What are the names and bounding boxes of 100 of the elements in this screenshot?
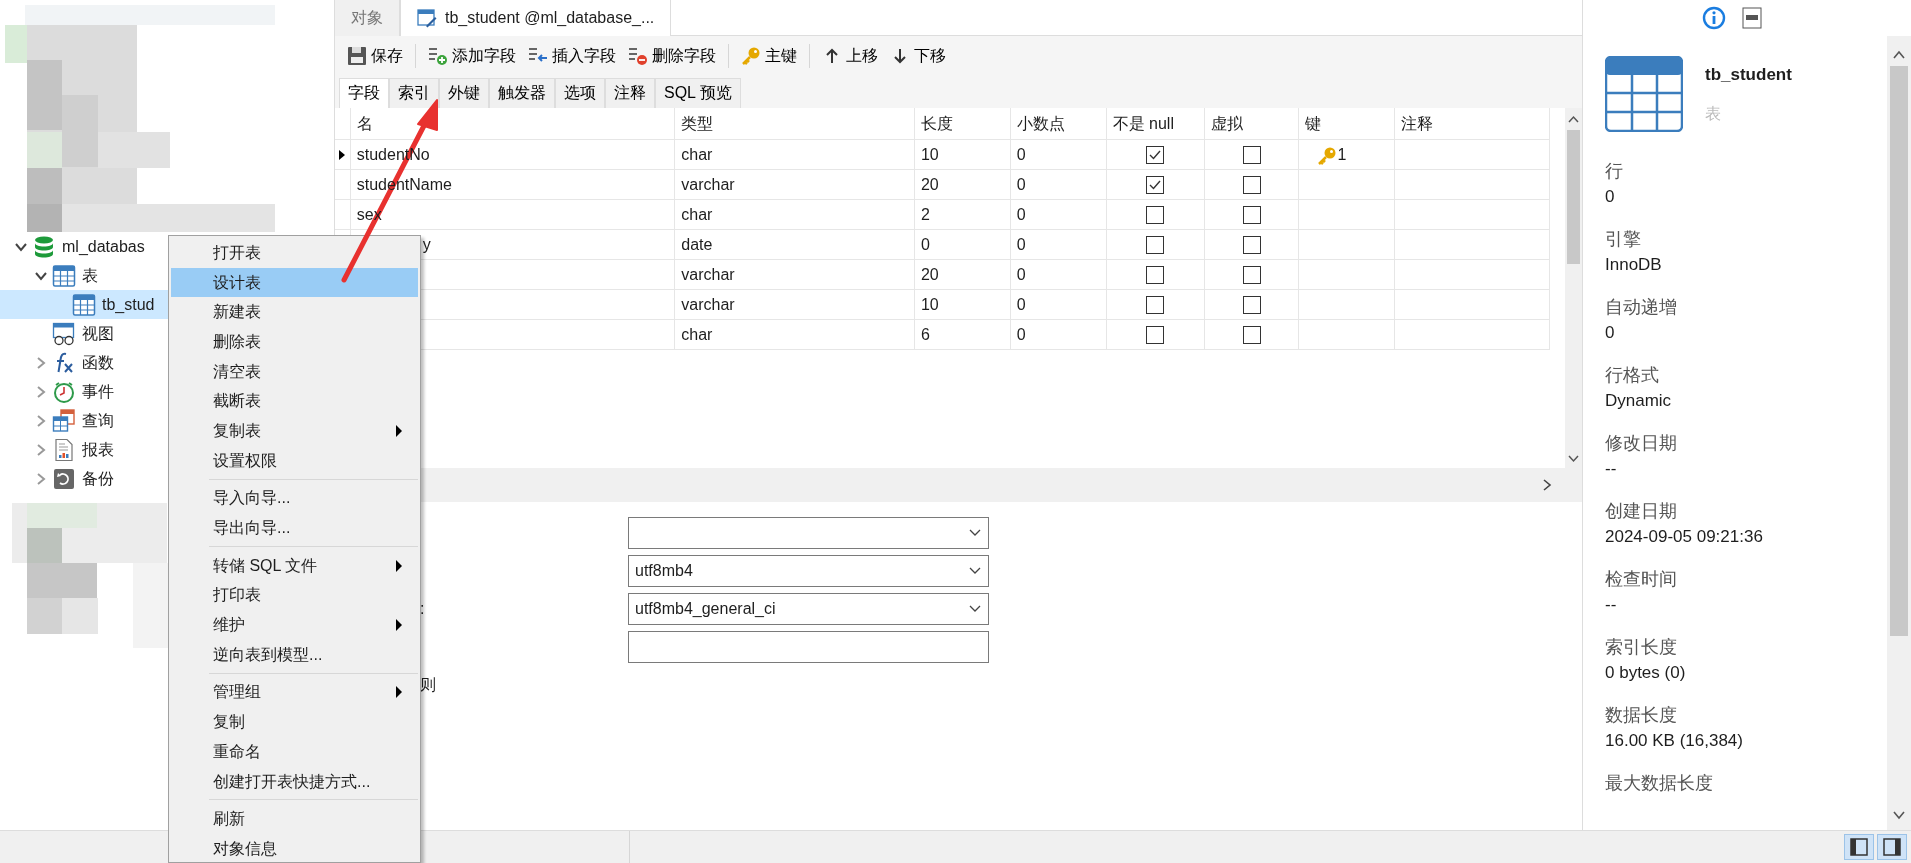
- toolbar-button[interactable]: 保存: [341, 39, 409, 72]
- table-cell: 0: [1010, 169, 1107, 200]
- editor-tab[interactable]: 触发器: [489, 77, 555, 108]
- menu-item[interactable]: 维护: [171, 610, 418, 640]
- property-label: 最大数据长度: [1605, 772, 1714, 795]
- column-header[interactable]: 不是 null: [1106, 107, 1205, 140]
- menu-item[interactable]: 对象信息: [171, 834, 418, 862]
- table-cell: char: [674, 199, 915, 230]
- column-header[interactable]: 类型: [674, 107, 915, 140]
- column-header[interactable]: 注释: [1394, 107, 1550, 140]
- clock-icon: [52, 379, 76, 404]
- property-label: 引擎: [1605, 228, 1642, 251]
- checkbox[interactable]: [1146, 295, 1165, 314]
- checkbox[interactable]: [1242, 175, 1261, 194]
- menu-item[interactable]: 复制表: [171, 416, 418, 446]
- editor-tab[interactable]: 注释: [605, 77, 655, 108]
- checkbox[interactable]: [1146, 145, 1165, 164]
- menu-item[interactable]: 复制: [171, 707, 418, 737]
- editor-tab[interactable]: 索引: [389, 77, 439, 108]
- editor-tab[interactable]: 字段: [339, 77, 389, 108]
- table-cell: y: [422, 235, 431, 253]
- menu-item[interactable]: 导出向导...: [171, 513, 418, 543]
- checkbox[interactable]: [1242, 325, 1261, 344]
- caret-icon: [968, 603, 982, 614]
- property-value: 0 bytes (0): [1605, 662, 1687, 684]
- document-icon[interactable]: [1742, 7, 1762, 29]
- checkbox[interactable]: [1242, 235, 1261, 254]
- column-header[interactable]: 键: [1298, 107, 1395, 140]
- toolbar-button[interactable]: 上移: [816, 39, 884, 72]
- table-cell: 6: [914, 319, 1011, 350]
- checkbox[interactable]: [1242, 295, 1261, 314]
- column-header[interactable]: 长度: [914, 107, 1011, 140]
- table-cell: 0: [1010, 289, 1107, 320]
- key-icon: [741, 45, 761, 66]
- document-tab[interactable]: 对象: [335, 0, 400, 36]
- menu-item[interactable]: 刷新: [171, 804, 418, 835]
- menu-item[interactable]: 转储 SQL 文件: [171, 550, 418, 581]
- table-icon: [72, 292, 96, 317]
- scroll-right-icon[interactable]: [1542, 477, 1552, 492]
- menu-item[interactable]: 打印表: [171, 580, 418, 611]
- add-field-icon: [428, 45, 448, 66]
- table-cell: 0: [914, 229, 1011, 260]
- property-value: 16.00 KB (16,384): [1605, 730, 1744, 752]
- scrollbar[interactable]: [1887, 36, 1911, 830]
- property-label: 检查时间: [1605, 568, 1678, 591]
- key-order: 1: [1337, 145, 1347, 163]
- toolbar-button[interactable]: 删除字段: [622, 39, 722, 72]
- caret-icon: [968, 527, 982, 538]
- checkbox[interactable]: [1242, 205, 1261, 224]
- input-field[interactable]: [628, 630, 989, 663]
- column-header[interactable]: 虚拟: [1204, 107, 1299, 140]
- menu-item[interactable]: 导入向导...: [171, 483, 418, 514]
- checkbox[interactable]: [1146, 175, 1165, 194]
- glasses-icon: [52, 321, 76, 346]
- scrollbar[interactable]: [1565, 107, 1582, 468]
- checkbox[interactable]: [1146, 205, 1165, 224]
- dropdown[interactable]: utf8mb4: [628, 554, 989, 587]
- property-value: 2024-09-05 09:21:36: [1605, 526, 1764, 548]
- menu-item[interactable]: 清空表: [171, 356, 418, 387]
- field-label: 则: [420, 675, 436, 693]
- menu-item[interactable]: 创建打开表快捷方式...: [171, 766, 418, 797]
- editor-tab[interactable]: 外键: [439, 77, 489, 108]
- object-type: 表: [1705, 103, 1722, 124]
- table-cell: 0: [1010, 259, 1107, 290]
- key-icon: [1317, 145, 1338, 166]
- menu-item[interactable]: 逆向表到模型...: [171, 639, 418, 670]
- checkbox[interactable]: [1146, 235, 1165, 254]
- table-cell: varchar: [674, 289, 915, 320]
- toolbar-button[interactable]: 主键: [735, 39, 803, 72]
- table-cell: 20: [914, 259, 1011, 290]
- toolbar-button[interactable]: 下移: [884, 39, 952, 72]
- table-cell: varchar: [674, 259, 915, 290]
- checkbox[interactable]: [1242, 145, 1261, 164]
- toolbar-button[interactable]: 添加字段: [422, 39, 522, 72]
- column-header[interactable]: 小数点: [1010, 107, 1107, 140]
- property-label: 创建日期: [1605, 500, 1678, 523]
- table-cell: date: [674, 229, 915, 260]
- menu-item[interactable]: 删除表: [171, 327, 418, 357]
- dropdown[interactable]: utf8mb4_general_ci: [628, 592, 989, 625]
- menu-item[interactable]: 截断表: [171, 386, 418, 417]
- menu-item[interactable]: 设计表: [171, 267, 418, 298]
- menu-item[interactable]: 管理组: [171, 677, 418, 708]
- table-cell: 20: [914, 169, 1011, 200]
- editor-tab[interactable]: SQL 预览: [655, 77, 741, 108]
- layout-right-pane-button[interactable]: [1877, 834, 1907, 860]
- editor-tab[interactable]: 选项: [555, 77, 605, 108]
- dropdown[interactable]: [628, 516, 989, 549]
- property-label: 自动递增: [1605, 296, 1678, 319]
- field-label: :: [420, 599, 425, 617]
- document-tab[interactable]: tb_student @ml_database_...: [400, 0, 672, 36]
- checkbox[interactable]: [1242, 265, 1261, 284]
- table-cell: 10: [914, 139, 1011, 170]
- layout-left-pane-button[interactable]: [1844, 834, 1874, 860]
- info-icon[interactable]: [1702, 6, 1726, 30]
- checkbox[interactable]: [1146, 325, 1165, 344]
- menu-item[interactable]: 重命名: [171, 737, 418, 767]
- menu-item[interactable]: 打开表: [171, 238, 418, 268]
- toolbar-button[interactable]: 插入字段: [522, 39, 622, 72]
- menu-item[interactable]: 设置权限: [171, 445, 418, 476]
- checkbox[interactable]: [1146, 265, 1165, 284]
